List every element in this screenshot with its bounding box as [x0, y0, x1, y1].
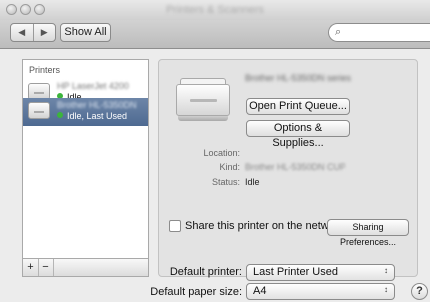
default-printer-value: Last Printer Used: [253, 266, 338, 278]
chevron-right-icon: ▶: [40, 27, 48, 37]
back-button[interactable]: ◀: [11, 24, 33, 41]
status-value: Idle: [245, 177, 260, 187]
default-paper-size-popup[interactable]: A4 ↕: [246, 283, 395, 300]
printer-large-icon: [176, 78, 230, 122]
printer-name: Brother HL-5350DN: [57, 100, 137, 109]
forward-button[interactable]: ▶: [32, 24, 56, 41]
printers-list: Printers HP LaserJet 4200 Idle Brother H…: [22, 59, 149, 259]
list-footer: + −: [22, 259, 149, 277]
updown-arrows-icon: ↕: [384, 285, 388, 294]
close-window-button[interactable]: [6, 4, 17, 15]
default-printer-label: Default printer:: [169, 266, 242, 278]
updown-arrows-icon: ↕: [384, 266, 388, 275]
status-label: Status:: [211, 177, 240, 187]
open-print-queue-button[interactable]: Open Print Queue...: [246, 98, 350, 115]
search-field[interactable]: ⌕: [328, 23, 430, 42]
printer-name: HP LaserJet 4200: [57, 81, 129, 90]
help-button[interactable]: ?: [411, 283, 428, 300]
title-bar: Printers & Scanners: [0, 0, 430, 20]
zoom-window-button[interactable]: [34, 4, 45, 15]
add-printer-button[interactable]: +: [23, 259, 39, 276]
share-printer-label: Share this printer on the network: [185, 220, 344, 232]
kind-label: Kind:: [219, 162, 240, 172]
window-title: Printers & Scanners: [166, 4, 264, 16]
kind-value: Brother HL-5350DN CUPS: [245, 162, 345, 172]
printers-list-header: Printers: [29, 65, 61, 75]
sharing-preferences-button[interactable]: Sharing Preferences...: [327, 219, 409, 247]
magnifier-icon: ⌕: [335, 26, 342, 38]
status-dot-icon: [57, 112, 63, 118]
printer-title: Brother HL-5350DN series: [245, 73, 352, 83]
printer-detail-panel: Brother HL-5350DN series Open Print Queu…: [158, 59, 418, 277]
minimize-window-button[interactable]: [20, 4, 31, 15]
printer-list-item-selected[interactable]: Brother HL-5350DN Idle, Last Used: [23, 98, 148, 126]
remove-printer-button[interactable]: −: [38, 259, 54, 276]
printer-icon: [28, 102, 50, 119]
show-all-button[interactable]: Show All: [60, 23, 111, 42]
back-forward-group: ◀ ▶: [10, 23, 56, 42]
location-label: Location:: [203, 148, 240, 158]
printer-status: Idle, Last Used: [57, 111, 127, 121]
default-paper-size-value: A4: [253, 285, 267, 297]
chevron-left-icon: ◀: [18, 27, 26, 37]
toolbar: ◀ ▶ Show All ⌕: [0, 20, 430, 49]
default-printer-popup[interactable]: Last Printer Used ↕: [246, 264, 395, 281]
default-paper-size-label: Default paper size:: [150, 286, 242, 298]
options-supplies-button[interactable]: Options & Supplies...: [246, 120, 350, 149]
share-printer-checkbox[interactable]: [169, 220, 181, 232]
